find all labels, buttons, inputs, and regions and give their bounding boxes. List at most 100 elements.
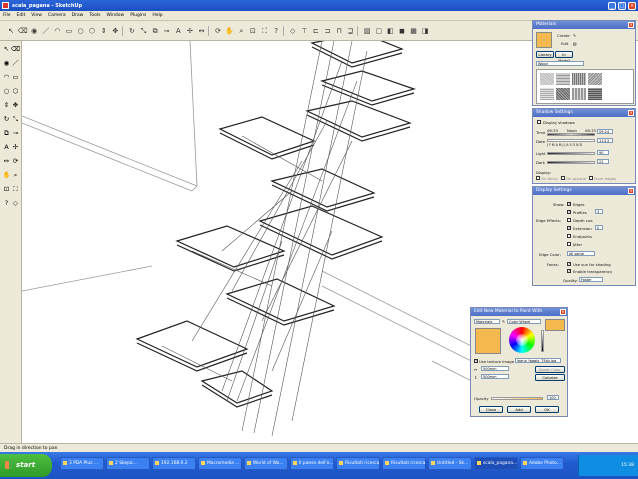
texture-file-field[interactable]: legno_faggio_75tiz.jpg [515,358,561,363]
opacity-field[interactable]: 100 [547,395,559,400]
color-picker-dropdown[interactable]: Color Wheel [507,319,541,324]
dimension-icon[interactable]: ↔ [197,26,207,36]
texture-width-field[interactable]: 500mm [481,366,509,371]
material-library-dropdown[interactable]: Wood [536,61,584,66]
scale-icon[interactable]: ⤡ [11,115,20,124]
model-viewport[interactable] [22,41,531,443]
maximize-button[interactable]: □ [618,1,626,10]
textured-icon[interactable]: ▦ [409,26,419,36]
wireframe-icon[interactable]: ▢ [374,26,384,36]
edges-checkbox[interactable]: ✓ [567,202,571,206]
taskbar-item[interactable]: Macromedia ... [198,457,242,470]
zoom-window-icon[interactable]: ⊡ [248,26,258,36]
eyedropper-icon[interactable]: ✎ [502,319,505,324]
window-title-bar[interactable]: scala_pagana - SketchUp _ □ × [0,0,638,11]
zoom-icon[interactable]: ⌕ [236,26,246,36]
text-icon[interactable]: A [173,26,183,36]
create-label[interactable]: Create [557,33,570,38]
time-slider[interactable] [547,133,595,136]
shadow-settings-title[interactable]: Shadow Settings × [533,109,635,117]
eraser-icon[interactable]: ⌫ [18,26,28,36]
close-icon[interactable]: × [628,110,634,116]
material-thumbnail-grid[interactable] [536,69,634,104]
material-name-field[interactable]: Materiale [474,319,500,324]
move-icon[interactable]: ✥ [110,26,120,36]
top-view-icon[interactable]: ⊤ [299,26,309,36]
pan-icon[interactable]: ✋ [2,171,11,180]
axes-icon[interactable]: ✢ [185,26,195,36]
tape-icon[interactable]: ⊸ [162,26,172,36]
jitter-checkbox[interactable] [567,242,571,246]
orbit-icon[interactable]: ⟳ [213,26,223,36]
menu-file[interactable]: File [0,13,14,18]
menu-plugins[interactable]: Plugins [127,13,149,18]
orbit-icon[interactable]: ⟳ [11,157,20,166]
taskbar-item[interactable]: 2 Skepa... [106,457,150,470]
display-shadows-checkbox[interactable] [537,120,541,124]
date-field[interactable]: 11/13 [597,138,613,143]
minimize-button[interactable]: _ [608,1,616,10]
rectangle-icon[interactable]: ▭ [11,73,20,82]
rotate-icon[interactable]: ↻ [2,115,11,124]
time-field[interactable]: 09:24 [597,129,613,134]
edge-color-dropdown[interactable]: All same [567,251,595,256]
light-slider[interactable] [547,152,595,155]
edit-label[interactable]: Edit [561,41,568,46]
taskbar-item-active[interactable]: scala_pagana... [474,457,518,470]
front-view-icon[interactable]: ⊏ [311,26,321,36]
select-icon[interactable]: ↖ [6,26,16,36]
push-pull-icon[interactable]: ⇕ [99,26,109,36]
menu-camera[interactable]: Camera [45,13,69,18]
texture-height-field[interactable]: 500mm [481,374,509,379]
menu-edit[interactable]: Edit [14,13,29,18]
axes-icon[interactable]: ✢ [11,143,20,152]
use-texture-checkbox[interactable]: ✓ [474,359,478,363]
left-view-icon[interactable]: ⊒ [346,26,356,36]
taskbar-item[interactable]: Adobe Photo... [520,457,564,470]
use-sun-checkbox[interactable]: ✓ [567,262,571,266]
offset-icon[interactable]: ⧉ [150,26,160,36]
xray-icon[interactable]: ▨ [362,26,372,36]
taskbar-item[interactable]: 192.168.0.2 [152,457,196,470]
add-button[interactable]: Add [507,406,531,413]
edit-material-title[interactable]: Edit New Material to Paint With × [471,308,567,316]
select-icon[interactable]: ↖ [2,45,11,54]
reset-color-button[interactable]: Reset Color [535,366,565,373]
monochrome-icon[interactable]: ◨ [420,26,430,36]
zoom-extents-icon[interactable]: ⛶ [11,185,20,194]
endpoints-checkbox[interactable] [567,234,571,238]
eraser-icon[interactable]: ⌫ [11,45,20,54]
zoom-icon[interactable]: ⌕ [11,171,20,180]
menu-view[interactable]: View [28,13,45,18]
back-view-icon[interactable]: ⊓ [334,26,344,36]
dark-slider[interactable] [547,161,595,164]
close-icon[interactable]: × [560,309,566,315]
extension-checkbox[interactable]: ✓ [567,226,571,230]
right-view-icon[interactable]: ⊐ [322,26,332,36]
pan-icon[interactable]: ✋ [225,26,235,36]
color-wheel[interactable] [509,327,535,353]
taskbar-item[interactable]: 3 PDA Plus ... [60,457,104,470]
rectangle-icon[interactable]: ▭ [64,26,74,36]
start-button[interactable]: start [0,454,52,477]
iso-view-icon[interactable]: ◇ [11,199,20,208]
display-settings-title[interactable]: Display Settings × [533,187,635,195]
move-icon[interactable]: ✥ [11,101,20,110]
help-icon[interactable]: ? [2,199,11,208]
profiles-field[interactable]: 3 [595,209,603,214]
menu-tools[interactable]: Tools [86,13,103,18]
polygon-icon[interactable]: ⬡ [11,87,20,96]
paint-bucket-icon[interactable]: ◉ [2,59,11,68]
on-ground-checkbox[interactable] [561,176,565,180]
arc-icon[interactable]: ◠ [52,26,62,36]
extension-field[interactable]: 0 [595,225,603,230]
push-pull-icon[interactable]: ⇕ [2,101,11,110]
menu-draw[interactable]: Draw [69,13,87,18]
depth-cue-checkbox[interactable] [567,218,571,222]
taskbar-item[interactable]: Risultati ricerca... [382,457,426,470]
sample-paint-icon[interactable]: ▧ [573,41,577,46]
tab-in-model[interactable]: In Model [555,51,573,63]
rotate-icon[interactable]: ↻ [127,26,137,36]
ok-button[interactable]: OK [535,406,559,413]
light-field[interactable]: 90 [597,150,609,155]
